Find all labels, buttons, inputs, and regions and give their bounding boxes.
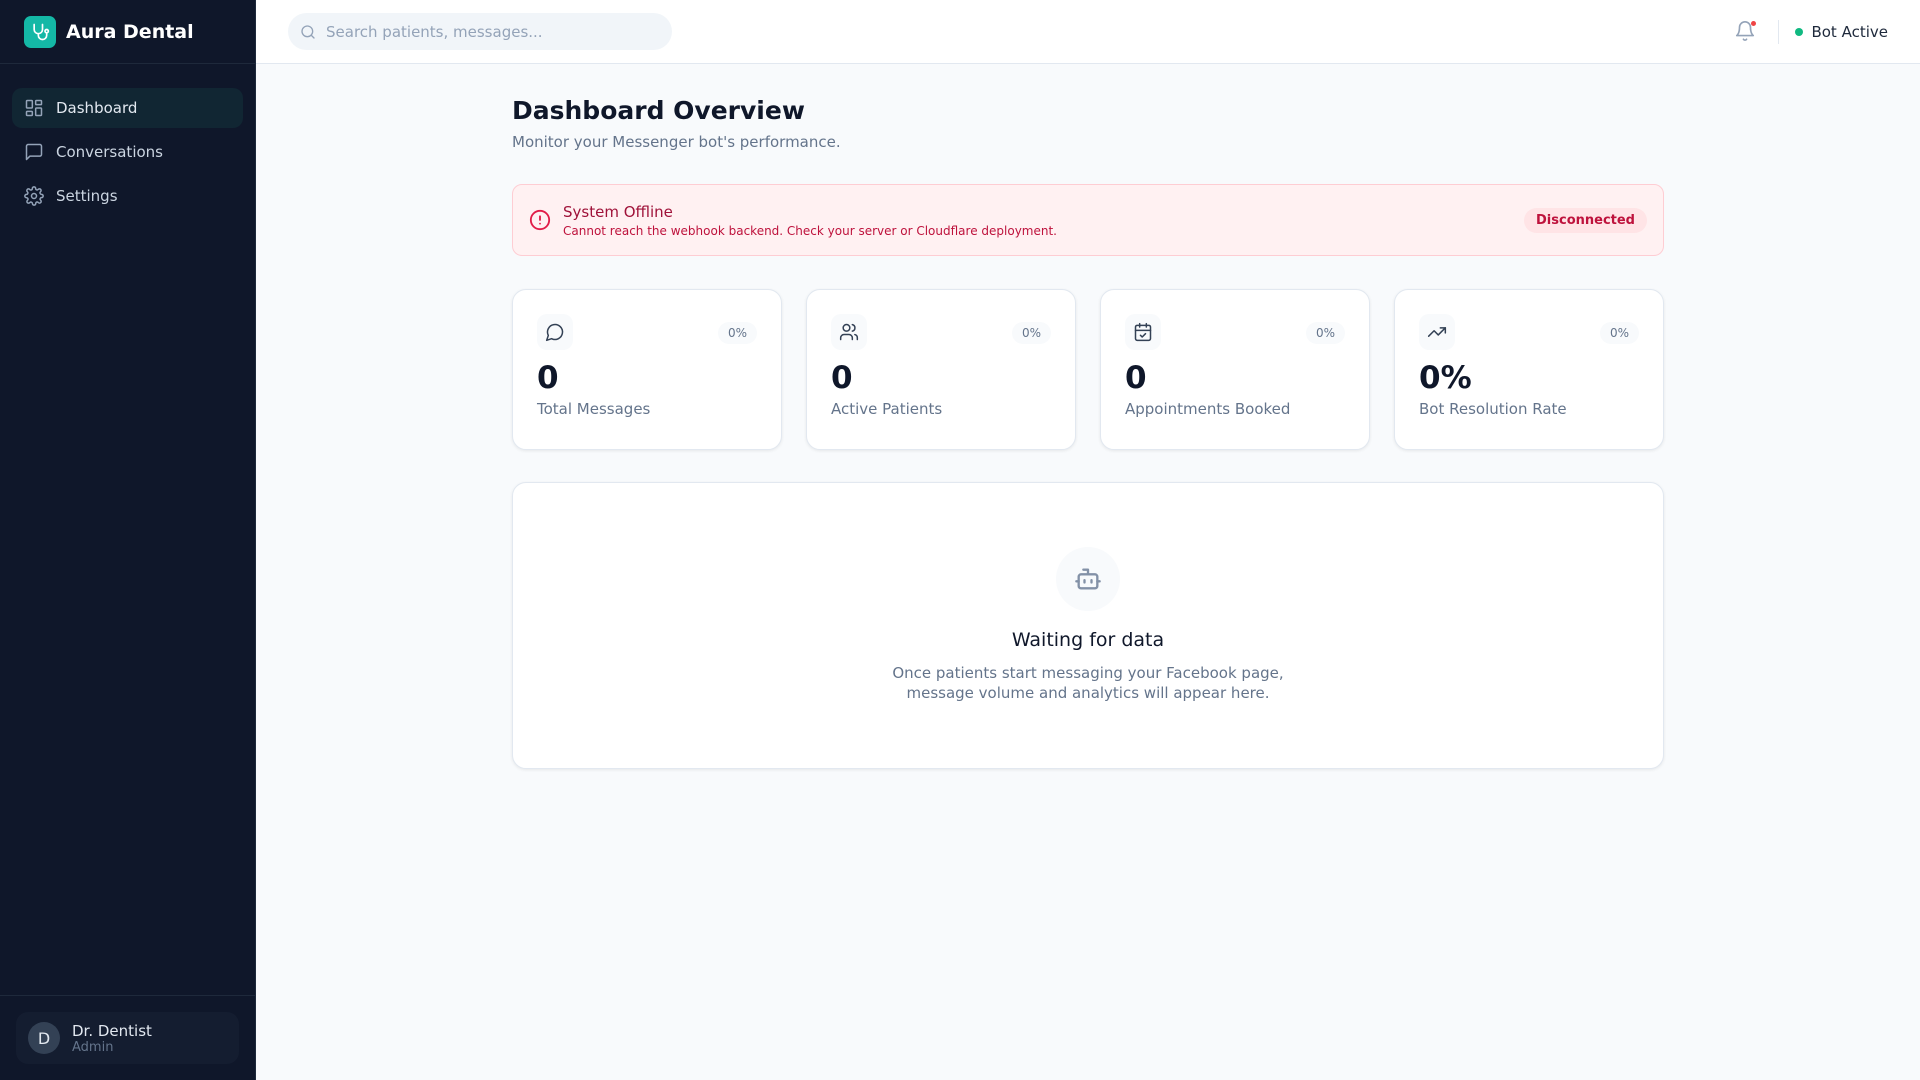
calendar-check-icon	[1125, 314, 1161, 350]
alert-circle-icon	[529, 209, 551, 231]
sidebar-item-label: Conversations	[56, 143, 163, 161]
stat-card-appointments: 0% 0 Appointments Booked	[1100, 289, 1370, 450]
top-bar: Bot Active	[256, 0, 1920, 64]
message-circle-icon	[537, 314, 573, 350]
alert-description: Cannot reach the webhook backend. Check …	[563, 223, 1057, 238]
app-name: Aura Dental	[66, 20, 194, 43]
stat-card-total-messages: 0% 0 Total Messages	[512, 289, 782, 450]
message-square-icon	[25, 143, 43, 161]
stat-change: 0%	[1011, 322, 1051, 344]
trending-up-icon	[1419, 314, 1455, 350]
stat-value: 0	[537, 360, 559, 396]
stat-label: Total Messages	[537, 400, 651, 418]
sidebar-footer: D Dr. Dentist Admin	[0, 995, 255, 1080]
sidebar-item-label: Dashboard	[56, 99, 138, 117]
user-profile[interactable]: D Dr. Dentist Admin	[16, 1012, 239, 1064]
stats-cards: 0% 0 Total Messages 0% 0 Active Patients…	[512, 289, 1664, 450]
stat-value: 0%	[1419, 360, 1472, 396]
empty-state-description: Once patients start messaging your Faceb…	[892, 664, 1284, 682]
gear-icon	[24, 186, 44, 206]
empty-state-title: Waiting for data	[1011, 629, 1165, 651]
stat-label: Appointments Booked	[1125, 400, 1291, 418]
sidebar: Aura Dental Dashboard Conversations Sett…	[0, 0, 256, 1080]
stat-label: Bot Resolution Rate	[1419, 400, 1567, 418]
stat-value: 0	[1125, 360, 1147, 396]
alert-title: System Offline	[563, 202, 673, 221]
stethoscope-icon	[24, 15, 56, 48]
search-input[interactable]	[326, 22, 660, 41]
divider	[1778, 19, 1780, 44]
user-role: Admin	[72, 1039, 114, 1055]
brand[interactable]: Aura Dental	[0, 0, 255, 64]
layout-dashboard-icon	[25, 99, 43, 117]
notifications-button[interactable]	[1734, 20, 1758, 44]
stat-change: 0%	[1599, 322, 1639, 344]
sidebar-item-dashboard[interactable]: Dashboard	[12, 88, 243, 128]
sidebar-item-label: Settings	[56, 187, 118, 205]
stat-label: Active Patients	[831, 400, 943, 418]
search-icon	[301, 24, 315, 39]
page-title: Dashboard Overview	[512, 96, 805, 125]
empty-state-description: message volume and analytics will appear…	[906, 684, 1270, 702]
sidebar-nav: Dashboard Conversations Settings	[0, 64, 255, 216]
status-badge: Disconnected	[1524, 207, 1647, 233]
bot-status: Bot Active	[1795, 23, 1888, 41]
user-name: Dr. Dentist	[72, 1021, 152, 1040]
sidebar-item-conversations[interactable]: Conversations	[12, 132, 243, 172]
search-box[interactable]	[288, 13, 672, 50]
stat-change: 0%	[1305, 322, 1345, 344]
bot-status-label: Bot Active	[1811, 22, 1888, 41]
bot-icon	[1056, 547, 1120, 611]
users-icon	[831, 314, 867, 350]
offline-alert: System Offline Cannot reach the webhook …	[512, 184, 1664, 256]
page-subtitle: Monitor your Messenger bot's performance…	[512, 133, 841, 151]
stat-value: 0	[831, 360, 853, 396]
sidebar-item-settings[interactable]: Settings	[12, 176, 243, 216]
stat-change: 0%	[717, 322, 757, 344]
stat-card-resolution-rate: 0% 0% Bot Resolution Rate	[1394, 289, 1664, 450]
stat-card-active-patients: 0% 0 Active Patients	[806, 289, 1076, 450]
avatar: D	[28, 1022, 60, 1054]
status-dot	[1795, 27, 1804, 36]
empty-state-panel: Waiting for data Once patients start mes…	[512, 482, 1664, 769]
